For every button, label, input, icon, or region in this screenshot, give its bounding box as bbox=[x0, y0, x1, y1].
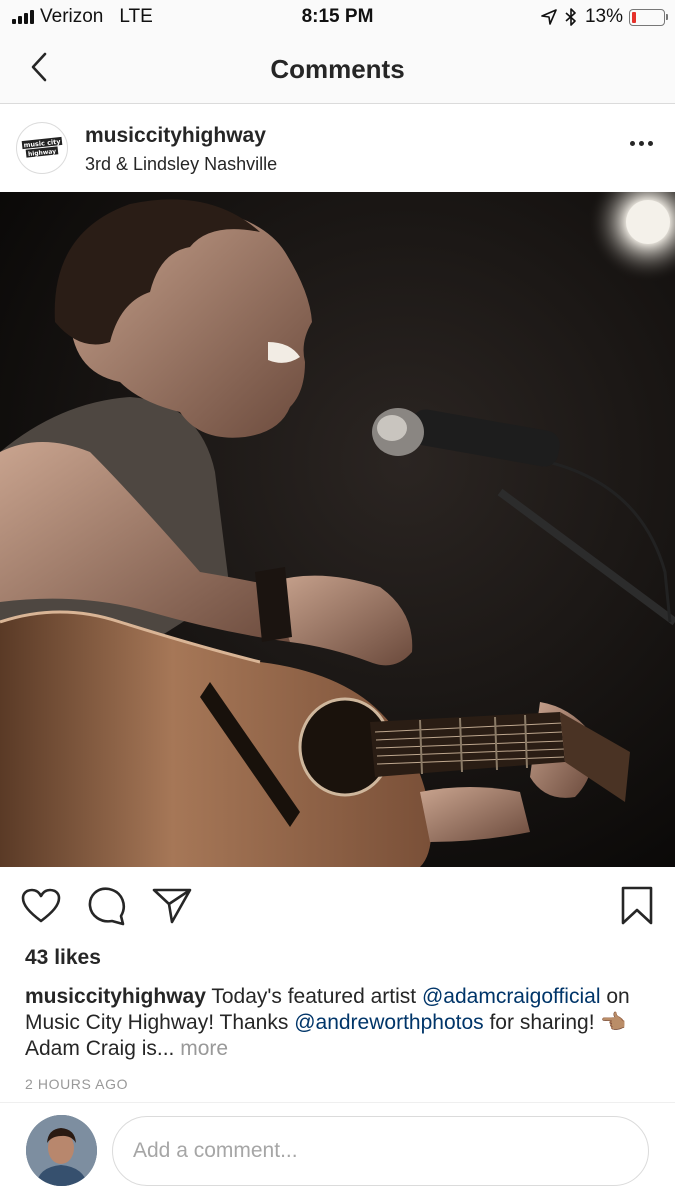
caption-text: Today's featured artist bbox=[205, 985, 422, 1008]
share-button[interactable] bbox=[152, 886, 192, 926]
post-location[interactable]: 3rd & Lindsley Nashville bbox=[85, 154, 277, 175]
avatar[interactable] bbox=[26, 1115, 97, 1186]
post-username[interactable]: musiccityhighway bbox=[85, 124, 266, 148]
user-avatar-photo bbox=[26, 1115, 97, 1186]
more-horizontal-icon bbox=[630, 141, 635, 146]
caption-username[interactable]: musiccityhighway bbox=[25, 985, 206, 1008]
guitarist-singing-at-microphone-photo bbox=[0, 192, 675, 867]
comment-button[interactable] bbox=[87, 886, 127, 926]
brand-avatar[interactable]: music city highway bbox=[16, 122, 68, 174]
battery-fill bbox=[632, 11, 636, 23]
save-button[interactable] bbox=[617, 886, 657, 926]
comment-input[interactable] bbox=[112, 1116, 649, 1186]
post-actions bbox=[0, 868, 675, 944]
battery-percent: 13% bbox=[584, 6, 623, 27]
heart-icon bbox=[21, 888, 61, 923]
status-bar: Verizon LTE 8:15 PM 13% bbox=[0, 0, 675, 36]
comment-bubble-icon bbox=[88, 887, 125, 926]
music-city-highway-logo: music city highway bbox=[21, 136, 63, 158]
caption-more-link[interactable]: more bbox=[180, 1037, 228, 1060]
more-options-button[interactable] bbox=[630, 141, 653, 146]
location-arrow-icon bbox=[541, 9, 557, 25]
post-photo[interactable] bbox=[0, 192, 675, 867]
page-title: Comments bbox=[270, 54, 405, 84]
mention-link[interactable]: @adamcraigofficial bbox=[422, 985, 601, 1008]
like-button[interactable] bbox=[21, 886, 61, 926]
nav-bar: Comments bbox=[0, 36, 675, 104]
post-timestamp: 2 HOURS AGO bbox=[25, 1076, 129, 1092]
status-right: 13% bbox=[541, 6, 668, 28]
bluetooth-icon bbox=[565, 8, 576, 26]
more-dot bbox=[648, 141, 653, 146]
comment-bar bbox=[0, 1103, 675, 1200]
mention-link[interactable]: @andreworthphotos bbox=[294, 1011, 483, 1034]
battery-icon bbox=[629, 8, 668, 26]
post-caption: musiccityhighway Today's featured artist… bbox=[25, 984, 655, 1062]
likes-count[interactable]: 43 likes bbox=[25, 946, 101, 970]
post-header: music city highway musiccityhighway 3rd … bbox=[0, 105, 675, 191]
paper-plane-icon bbox=[152, 888, 192, 924]
more-dot bbox=[639, 141, 644, 146]
bookmark-icon bbox=[621, 886, 653, 925]
